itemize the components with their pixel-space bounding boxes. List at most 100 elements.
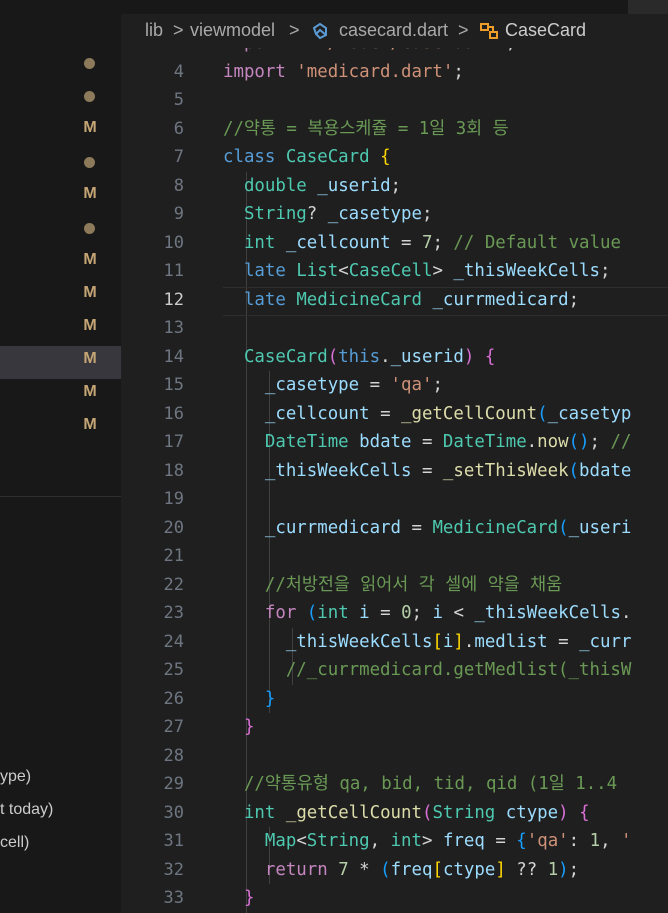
code-token: CaseCard bbox=[285, 147, 381, 167]
code-token: freq bbox=[390, 859, 433, 880]
line-number: 11 bbox=[163, 261, 184, 281]
code-line[interactable]: _casetype = 'qa'; bbox=[223, 371, 443, 400]
tab-strip bbox=[121, 0, 668, 14]
modified-badge: M bbox=[83, 416, 97, 433]
code-line[interactable]: CaseCard(this._userid) { bbox=[223, 343, 495, 372]
line-number: 8 bbox=[173, 175, 184, 196]
code-line[interactable]: double _userid; bbox=[223, 172, 401, 201]
modified-badge: M bbox=[83, 350, 97, 367]
line-number: 22 bbox=[163, 574, 184, 595]
code-line[interactable]: _cellcount = _getCellCount(_casetyp bbox=[223, 400, 632, 429]
code-token: ctype bbox=[442, 859, 496, 880]
code-token: _getCellCount bbox=[285, 802, 422, 823]
modified-badge: M bbox=[83, 383, 97, 400]
line-number: 12 bbox=[163, 289, 184, 310]
breadcrumb-folder-lib[interactable]: lib bbox=[145, 20, 163, 41]
breadcrumb-separator: > bbox=[289, 20, 300, 40]
code-line[interactable]: } bbox=[223, 713, 254, 742]
code-line[interactable]: Map<String, int> freq = {'qa': 1, ' bbox=[223, 827, 632, 856]
code-line[interactable]: return 7 * (freq[ctype] ?? 1); bbox=[223, 856, 579, 885]
breadcrumb-folder-viewmodel[interactable]: viewmodel bbox=[190, 20, 275, 41]
code-token: ; bbox=[589, 432, 611, 452]
code-line[interactable]: _currmedicard = MedicineCard(_useri bbox=[223, 514, 632, 543]
editor-tab[interactable] bbox=[628, 0, 668, 14]
code-editor[interactable]: 3456789101112131415161718192021222324252… bbox=[121, 0, 668, 913]
class-symbol-icon bbox=[479, 21, 499, 46]
code-token: bdate bbox=[579, 460, 632, 481]
code-token: _setThisWeek bbox=[442, 460, 569, 481]
code-token: < bbox=[453, 603, 475, 623]
outline-item[interactable]: cell) bbox=[0, 834, 29, 852]
code-line[interactable]: for (int i = 0; i < _thisWeekCells. bbox=[223, 599, 632, 628]
code-token: ] bbox=[495, 859, 506, 880]
code-token: > bbox=[432, 261, 454, 281]
code-token: 'qa' bbox=[526, 831, 569, 851]
code-token: double bbox=[243, 175, 318, 196]
code-token: _currmedicard bbox=[264, 517, 412, 538]
line-number: 23 bbox=[163, 603, 184, 623]
code-token: bdate bbox=[359, 432, 422, 452]
code-token: MedicineCard bbox=[432, 517, 559, 538]
code-line[interactable]: int _getCellCount(String ctype) { bbox=[223, 799, 590, 828]
line-number: 13 bbox=[163, 318, 184, 338]
modified-badge: M bbox=[83, 284, 97, 301]
code-line[interactable]: //처방전을 읽어서 각 셀에 약을 채움 bbox=[223, 571, 562, 600]
unsaved-dot-icon bbox=[84, 223, 95, 234]
code-line[interactable]: //약통유형 qa, bid, tid, qid (1일 1..4 bbox=[223, 770, 617, 799]
outline-item[interactable]: t today) bbox=[0, 801, 53, 819]
code-line[interactable]: } bbox=[223, 685, 275, 714]
modified-badge: M bbox=[83, 317, 97, 334]
code-line[interactable]: DateTime bdate = DateTime.now(); // bbox=[223, 428, 632, 457]
code-line[interactable]: String? _casetype; bbox=[223, 200, 433, 229]
code-token: () bbox=[568, 432, 590, 452]
sidebar-separator bbox=[0, 496, 121, 497]
code-token: ; bbox=[568, 859, 580, 880]
code-line[interactable]: //약통 = 복용스케쥴 = 1일 3회 등 bbox=[223, 115, 509, 144]
code-token: //_currmedicard.getMedlist(_thisW bbox=[285, 660, 632, 680]
breadcrumb-symbol[interactable]: CaseCard bbox=[505, 20, 586, 41]
code-line[interactable]: _thisWeekCells[i].medlist = _curr bbox=[223, 628, 632, 657]
code-token: i bbox=[359, 603, 381, 623]
line-number: 17 bbox=[163, 432, 184, 452]
code-token: = bbox=[558, 631, 580, 652]
breadcrumb-file[interactable]: casecard.dart bbox=[339, 20, 448, 41]
code-token: . bbox=[621, 603, 632, 623]
code-line[interactable]: //_currmedicard.getMedlist(_thisW bbox=[223, 656, 632, 685]
code-token: // bbox=[610, 432, 632, 452]
code-token: { bbox=[579, 802, 590, 823]
code-token: . bbox=[526, 432, 538, 452]
line-number: 32 bbox=[163, 859, 184, 880]
code-token: freq bbox=[442, 831, 496, 851]
code-line[interactable]: late List<CaseCell> _thisWeekCells; bbox=[223, 257, 611, 286]
line-number: 21 bbox=[163, 546, 184, 566]
code-token: ; bbox=[568, 289, 580, 310]
explorer-selected-row[interactable] bbox=[0, 346, 121, 379]
code-token: ? bbox=[306, 204, 328, 224]
code-line[interactable]: late MedicineCard _currmedicard; bbox=[223, 286, 579, 315]
code-token: now bbox=[537, 432, 569, 452]
line-number: 18 bbox=[163, 460, 184, 481]
code-line[interactable]: import 'medicard.dart'; bbox=[223, 58, 464, 87]
code-token: ( bbox=[537, 403, 548, 424]
code-line[interactable]: } bbox=[223, 884, 254, 913]
code-token: [ bbox=[432, 859, 443, 880]
code-line[interactable]: _thisWeekCells = _setThisWeek(bdate bbox=[223, 457, 632, 486]
outline-item[interactable]: ype) bbox=[0, 768, 31, 786]
breadcrumb-separator: > bbox=[173, 20, 184, 40]
code-token: . bbox=[463, 631, 475, 652]
code-token: _thisWeekCells bbox=[285, 631, 433, 652]
code-line[interactable]: int _cellcount = 7; // Default value bbox=[223, 229, 621, 258]
code-line[interactable]: class CaseCard { bbox=[223, 143, 391, 172]
